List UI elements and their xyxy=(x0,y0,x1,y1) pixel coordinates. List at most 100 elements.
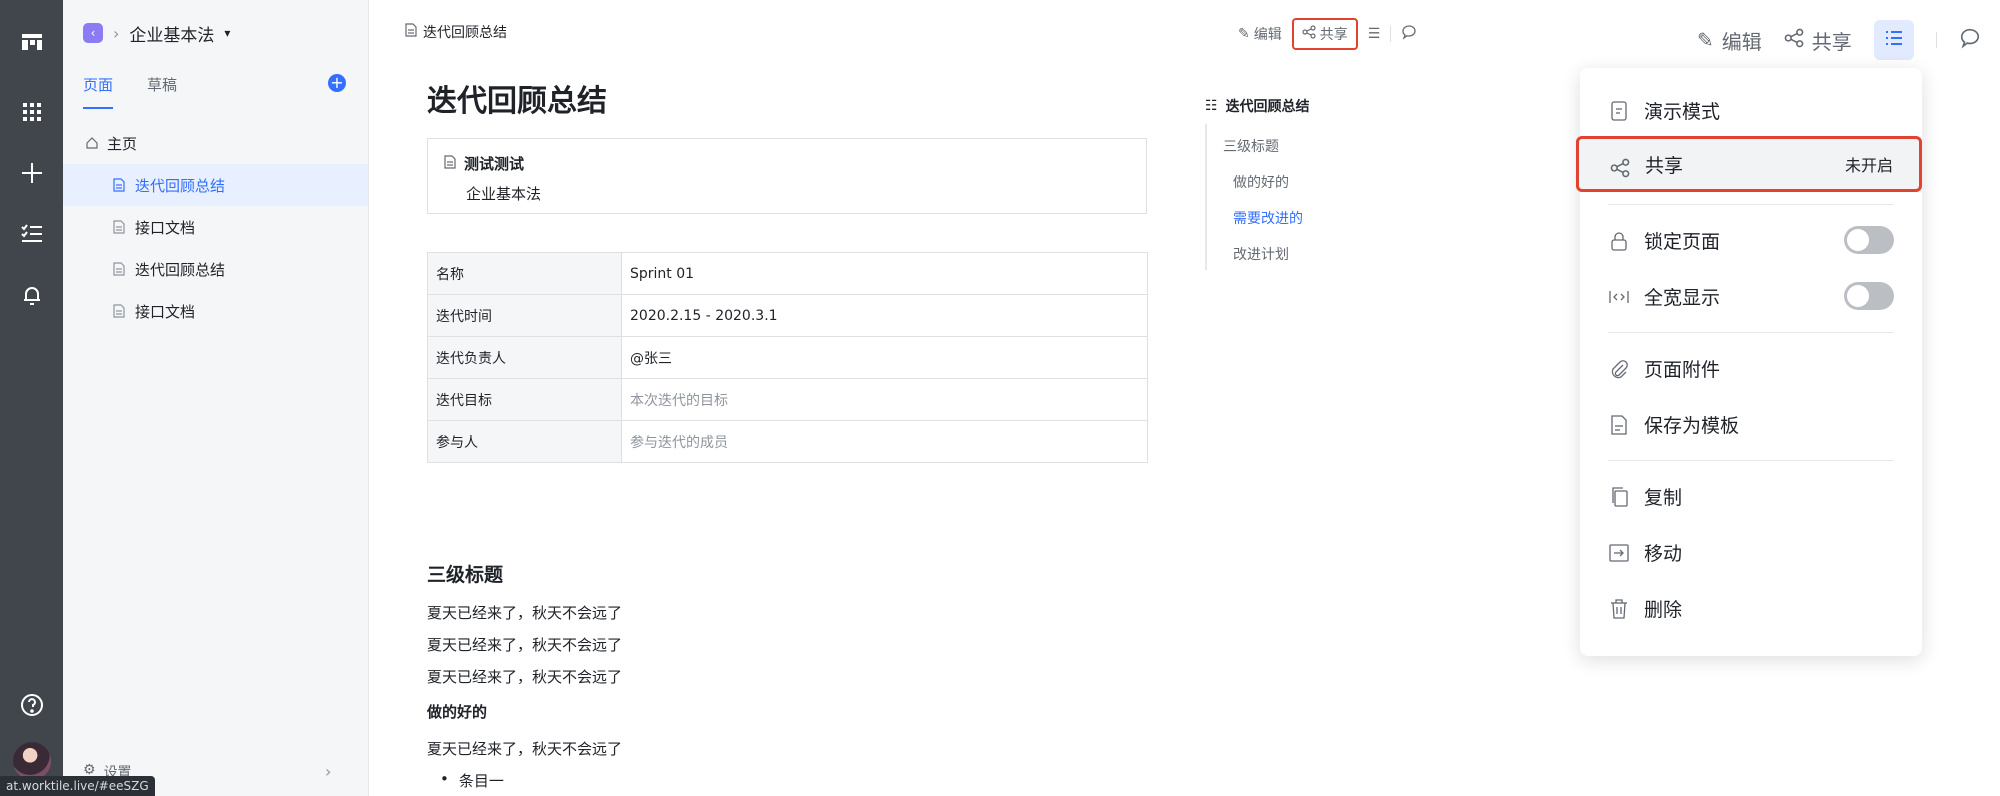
chevron-right-icon[interactable]: › xyxy=(325,762,331,781)
menu-item-label: 复制 xyxy=(1644,486,1683,509)
share-label: 共享 xyxy=(1319,27,1348,43)
menu-divider xyxy=(1608,460,1894,461)
document-icon xyxy=(113,262,127,276)
share-icon xyxy=(1302,25,1316,43)
table-key: 参与人 xyxy=(427,420,622,463)
reference-title: 测试测试 xyxy=(444,153,524,174)
outline-title[interactable]: ☷ 迭代回顾总结 xyxy=(1205,96,1310,116)
comment-icon[interactable] xyxy=(1401,24,1417,44)
menu-item-move[interactable]: 移动 xyxy=(1580,524,1922,580)
table-row: 迭代目标 本次迭代的目标 xyxy=(427,378,1148,421)
tab-pages[interactable]: 页面 xyxy=(83,74,114,109)
copy-icon xyxy=(1608,486,1630,508)
pencil-icon: ✎ xyxy=(1697,28,1714,52)
share-label: 共享 xyxy=(1811,29,1852,54)
edit-button[interactable]: ✎ 编辑 xyxy=(1697,26,1762,55)
header-toolbar: ✎ 编辑 共享 xyxy=(1697,20,1981,60)
document-icon xyxy=(405,23,417,41)
share-icon xyxy=(1784,28,1804,53)
more-menu-button[interactable] xyxy=(1873,20,1914,60)
outline-item[interactable]: 改进计划 xyxy=(1233,244,1289,264)
outline-icon: ☷ xyxy=(1205,98,1218,114)
menu-item-full-width[interactable]: 全宽显示 xyxy=(1580,268,1922,324)
logo-icon[interactable] xyxy=(12,22,52,62)
tree-item-page[interactable]: 接口文档 xyxy=(63,290,368,332)
task-list-icon[interactable] xyxy=(12,214,52,254)
menu-item-label: 锁定页面 xyxy=(1644,230,1721,253)
trash-icon xyxy=(1608,598,1630,620)
heading-3: 三级标题 xyxy=(427,564,504,586)
tree-item-label: 迭代回顾总结 xyxy=(135,176,226,195)
menu-item-lock-page[interactable]: 锁定页面 xyxy=(1580,212,1922,268)
table-value[interactable]: Sprint 01 xyxy=(621,252,1148,295)
doc-toolbar: ✎ 编辑 共享 ☰ xyxy=(1238,18,1417,50)
share-button[interactable]: 共享 xyxy=(1784,26,1852,55)
space-icon: ‹ xyxy=(83,23,103,43)
bell-icon[interactable] xyxy=(12,275,52,315)
avatar[interactable] xyxy=(13,742,51,780)
move-icon xyxy=(1608,542,1630,564)
lock-toggle[interactable] xyxy=(1844,226,1894,254)
reference-title-text: 测试测试 xyxy=(464,155,525,173)
plus-icon[interactable] xyxy=(12,153,52,193)
menu-item-attachments[interactable]: 页面附件 xyxy=(1580,340,1922,396)
chevron-right-icon: › xyxy=(113,23,120,43)
tree-item-page[interactable]: 接口文档 xyxy=(63,206,368,248)
outline-item[interactable]: 做的好的 xyxy=(1233,172,1289,192)
tree-item-page[interactable]: 迭代回顾总结 xyxy=(63,164,368,206)
app-rail xyxy=(0,0,63,796)
table-value[interactable]: 本次迭代的目标 xyxy=(621,378,1148,421)
menu-item-label: 页面附件 xyxy=(1644,358,1721,381)
menu-item-share[interactable]: 共享 未开启 xyxy=(1576,136,1922,192)
menu-item-save-template[interactable]: 保存为模板 xyxy=(1580,396,1922,452)
comment-icon[interactable] xyxy=(1959,27,1981,54)
share-button[interactable]: 共享 xyxy=(1291,18,1358,50)
menu-item-delete[interactable]: 删除 xyxy=(1580,580,1922,636)
home-icon xyxy=(85,136,99,150)
apps-grid-icon[interactable] xyxy=(12,92,52,132)
outline-item[interactable]: 三级标题 xyxy=(1223,136,1279,156)
space-switcher[interactable]: ‹ › 企业基本法 ▾ xyxy=(83,20,230,46)
menu-item-label: 演示模式 xyxy=(1644,100,1721,123)
list-item: • 条目一 xyxy=(440,770,504,791)
page-reference-card[interactable]: 测试测试 企业基本法 xyxy=(427,138,1147,214)
share-icon xyxy=(1609,157,1631,179)
edit-button[interactable]: ✎ 编辑 xyxy=(1238,24,1282,44)
more-menu-dropdown: 演示模式 共享 未开启 锁定页面 全宽显示 页面附件 保存为模板 复制 移动 删… xyxy=(1576,68,1922,656)
document-icon xyxy=(444,154,456,173)
add-page-button[interactable]: + xyxy=(328,74,346,92)
menu-divider xyxy=(1608,204,1894,205)
outline-list-icon[interactable]: ☰ xyxy=(1368,26,1381,42)
outline-item[interactable]: 需要改进的 xyxy=(1233,208,1303,228)
tab-drafts[interactable]: 草稿 xyxy=(147,74,177,109)
table-value[interactable]: @张三 xyxy=(621,336,1148,379)
outline-title-text: 迭代回顾总结 xyxy=(1225,99,1310,115)
menu-item-label: 移动 xyxy=(1644,542,1683,565)
full-width-toggle[interactable] xyxy=(1844,282,1894,310)
tree-item-home[interactable]: 主页 xyxy=(63,122,368,164)
lock-icon xyxy=(1608,230,1630,252)
paragraph: 夏天已经来了，秋天不会远了 xyxy=(427,604,623,622)
list-item-text: 条目一 xyxy=(458,772,504,790)
table-key: 迭代负责人 xyxy=(427,336,622,379)
table-key: 迭代目标 xyxy=(427,378,622,421)
space-name: 企业基本法 xyxy=(129,25,215,46)
edit-label: 编辑 xyxy=(1253,27,1282,43)
table-row: 迭代时间 2020.2.15 - 2020.3.1 xyxy=(427,294,1148,337)
document-icon xyxy=(113,220,127,234)
full-width-icon xyxy=(1608,286,1630,308)
menu-item-present[interactable]: 演示模式 xyxy=(1580,82,1922,138)
table-value[interactable]: 参与迭代的成员 xyxy=(621,420,1148,463)
tree-item-page[interactable]: 迭代回顾总结 xyxy=(63,248,368,290)
page-tree: 主页 迭代回顾总结 接口文档 迭代回顾总结 接口文档 xyxy=(63,122,368,332)
divider xyxy=(1390,26,1392,42)
menu-item-label: 全宽显示 xyxy=(1644,286,1721,309)
help-icon[interactable] xyxy=(12,685,52,725)
table-key: 迭代时间 xyxy=(427,294,622,337)
menu-item-copy[interactable]: 复制 xyxy=(1580,468,1922,524)
table-value[interactable]: 2020.2.15 - 2020.3.1 xyxy=(621,294,1148,337)
paragraph: 夏天已经来了，秋天不会远了 xyxy=(427,636,623,654)
reference-subtitle: 企业基本法 xyxy=(466,185,542,203)
list-icon xyxy=(1883,27,1905,54)
tree-item-label: 接口文档 xyxy=(135,302,196,321)
